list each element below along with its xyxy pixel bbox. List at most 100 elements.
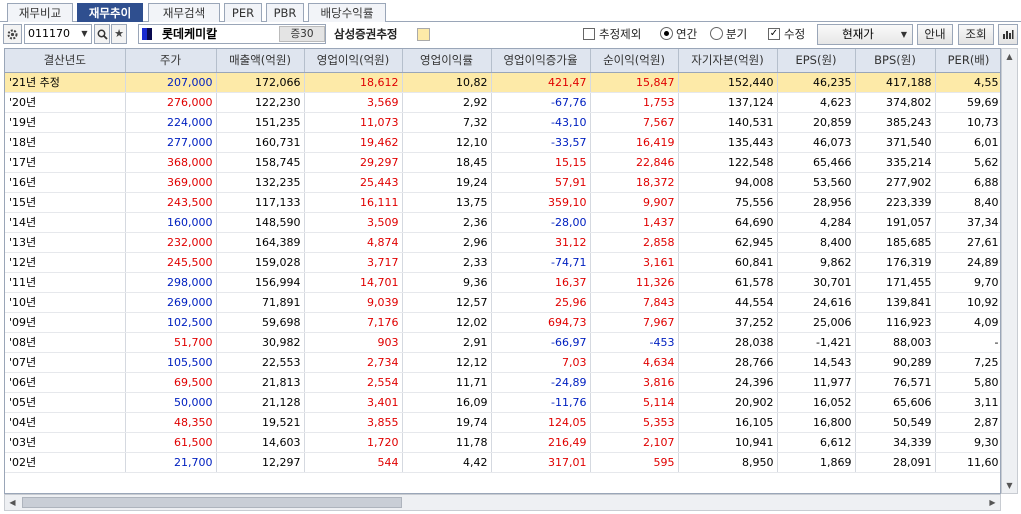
table-cell-op: 3,855 (304, 412, 403, 433)
table-row[interactable]: '13년 232,000 164,389 4,874 2,96 31,12 2,858 62,… (5, 232, 1000, 253)
column-header[interactable]: EPS(원) (777, 49, 856, 73)
table-cell-bps: 385,243 (855, 112, 936, 133)
table-cell-bps: 139,841 (855, 292, 936, 313)
period-quarter-radio[interactable] (710, 27, 723, 40)
table-cell-sales: 160,731 (216, 132, 305, 153)
table-row[interactable]: '12년 245,500 159,028 3,717 2,33 -74,71 3,161 60… (5, 252, 1000, 273)
table-cell-net: 3,816 (590, 372, 679, 393)
market-flag-icon (142, 28, 152, 40)
table-row[interactable]: '02년 21,700 12,297 544 4,42 317,01 595 8,950 1,8… (5, 452, 1000, 473)
horizontal-scroll-thumb[interactable] (22, 497, 402, 508)
table-row[interactable]: '21년 추정 207,000 172,066 18,612 10,82 421,47 15… (5, 72, 1000, 93)
table-row[interactable]: '16년 369,000 132,235 25,443 19,24 57,91 18,372… (5, 172, 1000, 193)
column-header[interactable]: 결산년도 (5, 49, 126, 73)
scroll-left-icon[interactable]: ◀ (5, 495, 20, 510)
column-header[interactable]: 매출액(억원) (216, 49, 305, 73)
column-header[interactable]: PER(배) (935, 49, 1000, 73)
table-cell-year: '15년 (5, 192, 126, 213)
table-row[interactable]: '04년 48,350 19,521 3,855 19,74 124,05 5,353 16,… (5, 412, 1000, 433)
table-cell-bps: 417,188 (855, 72, 936, 93)
table-cell-net: 7,843 (590, 292, 679, 313)
scroll-up-icon[interactable]: ▲ (1002, 49, 1017, 64)
table-row[interactable]: '14년 160,000 148,590 3,509 2,36 -28,00 1,437 64… (5, 212, 1000, 233)
tab-financial-compare[interactable]: 재무비교 (7, 3, 73, 22)
tab-bar: 재무비교 재무추이 재무검색 PER PBR 배당수익률 (0, 0, 1021, 22)
table-cell-year: '09년 (5, 312, 126, 333)
table-cell-per: 9,70 (935, 272, 1000, 293)
revised-checkbox[interactable]: ✓ (768, 28, 780, 40)
column-header[interactable]: 순이익(억원) (590, 49, 679, 73)
table-cell-op: 3,401 (304, 392, 403, 413)
guide-button[interactable]: 안내 (917, 24, 953, 45)
table-cell-margin: 11,78 (402, 432, 492, 453)
star-icon[interactable]: ★ (111, 24, 127, 44)
table-cell-net: 5,353 (590, 412, 679, 433)
table-row[interactable]: '05년 50,000 21,128 3,401 16,09 -11,76 5,114 20,… (5, 392, 1000, 413)
table-cell-margin: 2,91 (402, 332, 492, 353)
table-cell-eps: 16,800 (777, 412, 856, 433)
price-select[interactable]: 현재가 ▼ (817, 24, 913, 45)
table-cell-equity: 10,941 (678, 432, 778, 453)
exclude-estimate-checkbox[interactable] (583, 28, 595, 40)
table-cell-sales: 148,590 (216, 212, 305, 233)
horizontal-scrollbar[interactable]: ◀ ▶ (4, 494, 1001, 511)
tab-financial-search[interactable]: 재무검색 (148, 3, 220, 22)
table-row[interactable]: '10년 269,000 71,891 9,039 12,57 25,96 7,843 44,… (5, 292, 1000, 313)
table-cell-equity: 140,531 (678, 112, 778, 133)
vertical-scrollbar[interactable]: ▲ ▼ (1001, 48, 1018, 494)
table-cell-sales: 172,066 (216, 72, 305, 93)
search-icon[interactable] (94, 24, 110, 44)
tab-per[interactable]: PER (224, 3, 262, 22)
table-cell-sales: 14,603 (216, 432, 305, 453)
table-cell-equity: 75,556 (678, 192, 778, 213)
table-row[interactable]: '17년 368,000 158,745 29,297 18,45 15,15 22,846… (5, 152, 1000, 173)
table-row[interactable]: '03년 61,500 14,603 1,720 11,78 216,49 2,107 10,… (5, 432, 1000, 453)
table-cell-price: 269,000 (125, 292, 217, 313)
table-cell-net: 7,967 (590, 312, 679, 333)
table-row[interactable]: '18년 277,000 160,731 19,462 12,10 -33,57 16,41… (5, 132, 1000, 153)
table-cell-equity: 64,690 (678, 212, 778, 233)
table-cell-op: 11,073 (304, 112, 403, 133)
table-cell-price: 277,000 (125, 132, 217, 153)
table-row[interactable]: '08년 51,700 30,982 903 2,91 -66,97 -453 28,038-… (5, 332, 1000, 353)
table-cell-sales: 151,235 (216, 112, 305, 133)
table-row[interactable]: '09년 102,500 59,698 7,176 12,02 694,73 7,967 37… (5, 312, 1000, 333)
table-cell-per: 2,87 (935, 412, 1000, 433)
table-row[interactable]: '06년 69,500 21,813 2,554 11,71 -24,89 3,816 24,… (5, 372, 1000, 393)
column-header[interactable]: 자기자본(억원) (678, 49, 778, 73)
table-row[interactable]: '11년 298,000 156,994 14,701 9,36 16,37 11,326 6… (5, 272, 1000, 293)
table-cell-eps: 1,869 (777, 452, 856, 473)
table-cell-growth: 317,01 (491, 452, 591, 473)
gear-icon[interactable] (3, 24, 22, 44)
table-cell-equity: 60,841 (678, 252, 778, 273)
tab-dividend-yield[interactable]: 배당수익률 (308, 3, 386, 22)
table-cell-growth: 7,03 (491, 352, 591, 373)
table-row[interactable]: '20년 276,000 122,230 3,569 2,92 -67,76 1,753 13… (5, 92, 1000, 113)
scroll-right-icon[interactable]: ▶ (985, 495, 1000, 510)
table-cell-year: '10년 (5, 292, 126, 313)
column-header[interactable]: 영업이익(억원) (304, 49, 403, 73)
margin-badge: 증30 (279, 26, 325, 42)
column-header[interactable]: 영업이익률 (402, 49, 492, 73)
tab-pbr[interactable]: PBR (266, 3, 304, 22)
query-button[interactable]: 조회 (958, 24, 994, 45)
table-row[interactable]: '19년 224,000 151,235 11,073 7,32 -43,10 7,567 1… (5, 112, 1000, 133)
table-cell-sales: 159,028 (216, 252, 305, 273)
period-annual-radio[interactable] (660, 27, 673, 40)
table-cell-equity: 94,008 (678, 172, 778, 193)
column-header[interactable]: 주가 (125, 49, 217, 73)
bar-chart-icon[interactable] (998, 24, 1018, 45)
financial-trend-table: 결산년도 주가 매출액(억원) 영업이익(억원) 영업이익률 영업이익증가율 순이익(억원)… (5, 49, 1000, 473)
scroll-down-icon[interactable]: ▼ (1002, 478, 1017, 493)
table-cell-net: 5,114 (590, 392, 679, 413)
table-cell-bps: 176,319 (855, 252, 936, 273)
table-cell-net: 22,846 (590, 152, 679, 173)
tab-financial-trend[interactable]: 재무추이 (77, 3, 143, 22)
chevron-down-icon[interactable]: ▼ (78, 25, 91, 43)
table-cell-op: 2,734 (304, 352, 403, 373)
table-row[interactable]: '15년 243,500 117,133 16,111 13,75 359,10 9,907… (5, 192, 1000, 213)
column-header[interactable]: BPS(원) (855, 49, 936, 73)
table-row[interactable]: '07년 105,500 22,553 2,734 12,12 7,03 4,634 28,7… (5, 352, 1000, 373)
column-header[interactable]: 영업이익증가율 (491, 49, 591, 73)
table-cell-per: 9,30 (935, 432, 1000, 453)
